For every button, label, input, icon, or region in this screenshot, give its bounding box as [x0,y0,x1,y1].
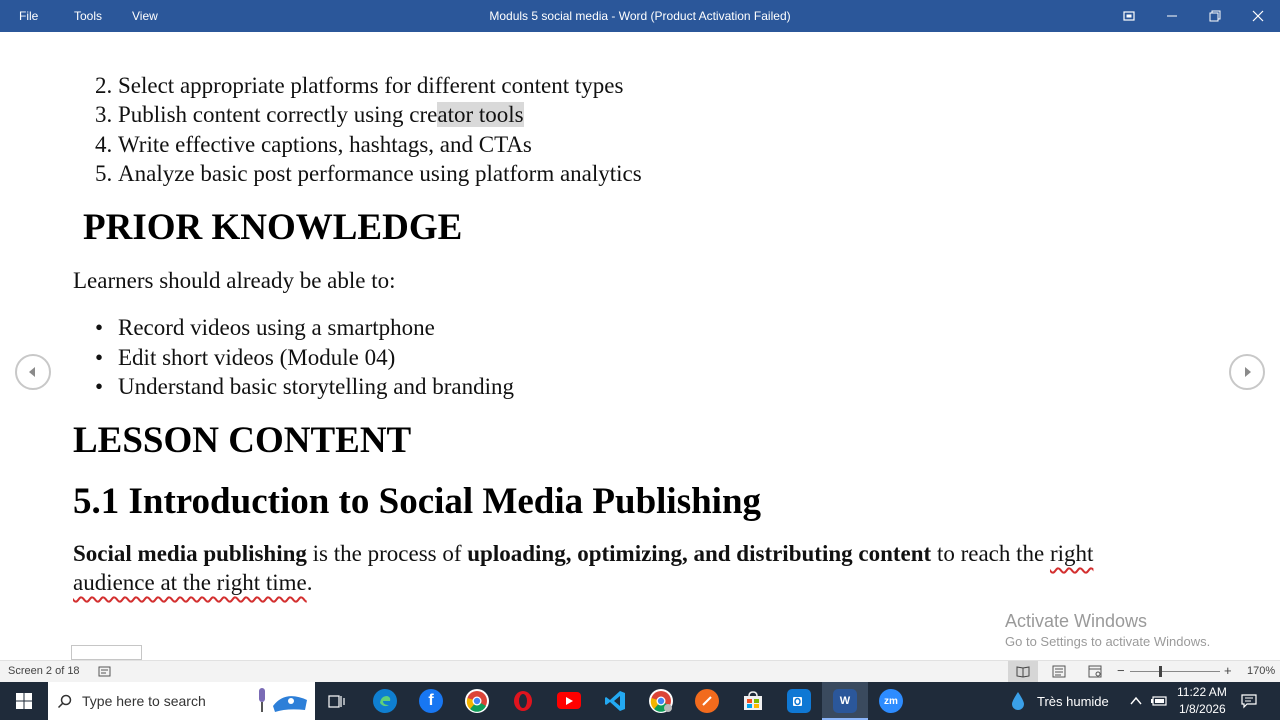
zoom-in-button[interactable]: + [1224,663,1232,678]
chrome-icon[interactable] [465,689,489,713]
chevron-right-icon [1245,367,1251,377]
activate-windows-title: Activate Windows [1005,611,1148,631]
zoom-out-button[interactable]: − [1117,663,1125,678]
prior-knowledge-heading: PRIOR KNOWLEDGE [83,207,463,248]
selected-text[interactable]: ator tools [437,102,524,127]
chevron-left-icon [29,367,35,377]
status-bar: Screen 2 of 18 − + 170% [0,660,1280,682]
read-mode-button[interactable] [1008,661,1038,682]
outlook-icon[interactable] [787,689,811,713]
book-icon [1016,666,1030,678]
weather-text[interactable]: Très humide [1037,694,1109,709]
zoom-icon[interactable]: zm [879,689,903,713]
app-orange-icon[interactable] [695,689,719,713]
youtube-icon[interactable] [557,692,581,709]
chrome-profile-icon[interactable] [649,689,673,713]
clock-time[interactable]: 11:22 AM [1177,685,1227,699]
edge-icon[interactable] [373,689,397,713]
weather-icon[interactable] [1008,691,1028,711]
facebook-icon[interactable]: f [419,689,443,713]
notifications-icon[interactable] [1241,693,1257,709]
battery-icon[interactable] [1150,694,1168,708]
windows-logo-icon [16,693,32,709]
title-bar: File Tools View Moduls 5 social media - … [0,0,1280,32]
read-mode-fit-icon[interactable] [1108,0,1150,32]
list-item: • Understand basic storytelling and brand… [95,374,515,399]
word-icon: W [833,689,857,713]
word-taskbar-button[interactable]: W [822,682,868,720]
window-title: Moduls 5 social media - Word (Product Ac… [489,9,791,23]
menu-tools[interactable]: Tools [74,0,102,32]
zoom-slider-thumb[interactable] [1159,666,1162,677]
taskbar: Type here to search f W zm Très humide 1… [0,682,1280,720]
screen-counter: Screen 2 of 18 [8,665,80,677]
objective-item: 3. Publish content correctly using creato… [95,102,524,127]
task-view-icon[interactable] [328,693,346,709]
horizontal-scrollbar-thumb[interactable] [71,645,142,660]
objective-item: 5. Analyze basic post performance using p… [95,161,642,186]
search-icon [57,694,72,709]
activate-windows-subtitle: Go to Settings to activate Windows. [1005,634,1211,649]
chevron-up-icon[interactable] [1130,696,1142,706]
clock-date[interactable]: 1/8/2026 [1179,702,1226,716]
lesson-content-heading: LESSON CONTENT [73,420,412,461]
store-icon[interactable] [741,689,765,713]
definition-line-1: Social media publishing is the process o… [73,541,1094,566]
web-layout-icon[interactable] [1088,665,1102,678]
print-layout-icon[interactable] [1052,665,1066,678]
objective-item: 2. Select appropriate platforms for diffe… [95,73,624,98]
zoom-level[interactable]: 170% [1247,665,1275,677]
vscode-icon[interactable] [603,689,627,713]
definition-line-2: audience at the right time. [73,570,313,595]
accessibility-icon[interactable] [98,665,111,678]
spelling-underline: audience at the right time [73,570,307,595]
list-item: • Edit short videos (Module 04) [95,345,396,370]
zoom-slider[interactable] [1130,671,1220,672]
next-screen-button[interactable] [1229,354,1265,390]
section-heading: 5.1 Introduction to Social Media Publish… [73,481,762,522]
search-highlight-image [251,686,311,716]
opera-icon[interactable] [511,689,535,713]
start-button[interactable] [0,682,48,720]
restore-button[interactable] [1194,0,1236,32]
menu-view[interactable]: View [132,0,158,32]
objective-item: 4. Write effective captions, hashtags, an… [95,132,532,157]
spelling-underline: right [1049,541,1094,566]
minimize-button[interactable] [1151,0,1193,32]
previous-screen-button[interactable] [15,354,51,390]
close-button[interactable] [1237,0,1279,32]
search-placeholder: Type here to search [82,693,206,709]
document-area[interactable]: 2. Select appropriate platforms for diffe… [0,32,1280,660]
prior-intro: Learners should already be able to: [73,268,396,293]
menu-file[interactable]: File [19,0,38,32]
taskbar-search[interactable]: Type here to search [48,682,315,720]
list-item: • Record videos using a smartphone [95,315,435,340]
